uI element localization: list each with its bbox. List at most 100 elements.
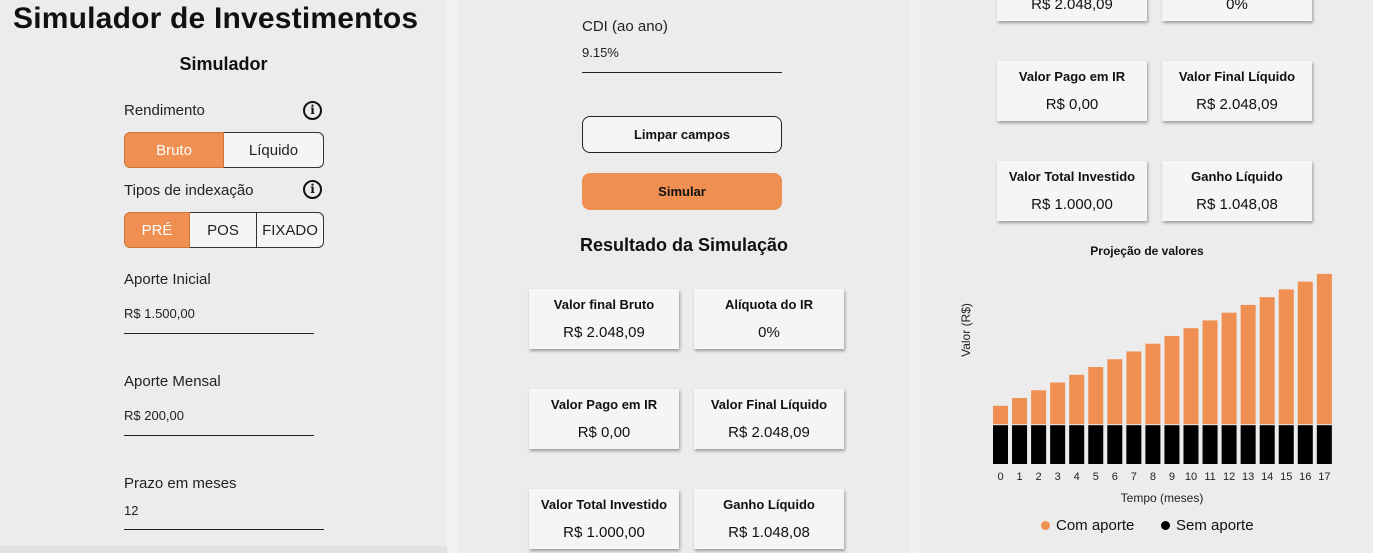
bar-sem-aporte bbox=[1145, 425, 1161, 464]
x-tick-label: 3 bbox=[1055, 471, 1061, 483]
result-card: Valor Pago em IR R$ 0,00 bbox=[529, 389, 679, 449]
prazo-input[interactable]: 12 bbox=[124, 503, 324, 530]
rendimento-option-bruto[interactable]: Bruto bbox=[124, 132, 224, 168]
indexacao-toggle: PRÉ POS FIXADO bbox=[124, 212, 324, 248]
bar-sem-aporte bbox=[993, 425, 1008, 464]
cdi-label: CDI (ao ano) bbox=[582, 18, 668, 35]
clear-fields-button[interactable]: Limpar campos bbox=[582, 116, 782, 153]
bar-com-aporte bbox=[1202, 320, 1218, 425]
rendimento-option-liquido[interactable]: Líquido bbox=[224, 132, 324, 168]
aporte-inicial-input[interactable]: R$ 1.500,00 bbox=[124, 306, 314, 334]
rendimento-toggle: Bruto Líquido bbox=[124, 132, 324, 168]
middle-gap-strip bbox=[910, 0, 921, 553]
bar-com-aporte bbox=[1069, 374, 1085, 425]
result-card: Valor Final Líquido R$ 2.048,09 bbox=[694, 389, 844, 449]
simulate-button[interactable]: Simular bbox=[582, 173, 782, 210]
bar-com-aporte bbox=[1164, 335, 1180, 425]
legend-label: Com aporte bbox=[1056, 517, 1135, 534]
card-title: Valor final Bruto bbox=[553, 297, 655, 312]
bar-com-aporte bbox=[1107, 359, 1123, 425]
bar-com-aporte bbox=[1031, 390, 1047, 425]
indexacao-option-pos[interactable]: POS bbox=[190, 212, 257, 248]
card-title: Valor Pago em IR bbox=[550, 397, 658, 412]
aporte-mensal-input[interactable]: R$ 200,00 bbox=[124, 408, 314, 436]
x-tick-label: 17 bbox=[1318, 471, 1330, 483]
rendimento-label: Rendimento bbox=[124, 102, 205, 119]
result-panel: CDI (ao ano) 9.15% Limpar campos Simular… bbox=[458, 0, 910, 553]
aporte-inicial-label: Aporte Inicial bbox=[124, 271, 211, 288]
bar-com-aporte bbox=[1316, 273, 1332, 425]
card-title: Alíquota do IR bbox=[724, 297, 814, 312]
x-tick-label: 6 bbox=[1112, 471, 1118, 483]
result-card: Alíquota do IR 0% bbox=[694, 289, 844, 349]
x-tick-label: 8 bbox=[1150, 471, 1156, 483]
card-title: Valor Total Investido bbox=[1008, 169, 1136, 184]
x-tick-label: 14 bbox=[1261, 471, 1273, 483]
card-title: Valor Final Líquido bbox=[1178, 69, 1296, 84]
bar-sem-aporte bbox=[1278, 425, 1294, 464]
result-card: Valor Total Investido R$ 1.000,00 bbox=[529, 489, 679, 549]
card-value: R$ 2.048,09 bbox=[563, 324, 645, 341]
card-title: Valor Total Investido bbox=[540, 497, 668, 512]
simulator-heading: Simulador bbox=[179, 54, 268, 74]
info-icon[interactable]: i bbox=[303, 101, 322, 120]
bar-sem-aporte bbox=[1240, 425, 1256, 464]
x-tick-label: 16 bbox=[1299, 471, 1311, 483]
bar-com-aporte bbox=[1088, 367, 1104, 425]
page-title: Simulador de Investimentos bbox=[13, 2, 419, 35]
card-value: R$ 0,00 bbox=[1045, 96, 1099, 113]
bar-com-aporte bbox=[1278, 289, 1294, 425]
card-value: R$ 0,00 bbox=[577, 424, 631, 441]
bar-com-aporte bbox=[1297, 281, 1313, 425]
bar-sem-aporte bbox=[1316, 425, 1332, 464]
x-tick-label: 0 bbox=[997, 471, 1003, 483]
result-card: Alíquota do IR 0% bbox=[1162, 0, 1312, 21]
bar-sem-aporte bbox=[1069, 425, 1085, 464]
bar-com-aporte bbox=[1221, 312, 1237, 425]
bar-sem-aporte bbox=[1221, 425, 1237, 464]
indexacao-option-pre[interactable]: PRÉ bbox=[124, 212, 190, 248]
legend-item-com-aporte[interactable]: Com aporte bbox=[1041, 517, 1134, 534]
x-tick-label: 13 bbox=[1242, 471, 1254, 483]
result-card: Valor final Bruto R$ 2.048,09 bbox=[529, 289, 679, 349]
card-value: R$ 1.000,00 bbox=[563, 524, 645, 541]
indexacao-option-fixado[interactable]: FIXADO bbox=[257, 212, 324, 248]
x-tick-label: 4 bbox=[1074, 471, 1080, 483]
result-card: Ganho Líquido R$ 1.048,08 bbox=[694, 489, 844, 549]
card-title: Ganho Líquido bbox=[723, 497, 815, 512]
x-tick-label: 2 bbox=[1036, 471, 1042, 483]
bar-sem-aporte bbox=[1259, 425, 1275, 464]
card-value: R$ 2.048,09 bbox=[1196, 96, 1278, 113]
x-tick-label: 1 bbox=[1016, 471, 1022, 483]
result-card: Valor Pago em IR R$ 0,00 bbox=[997, 61, 1147, 121]
bar-sem-aporte bbox=[1031, 425, 1047, 464]
chart-title: Projeção de valores bbox=[1090, 244, 1204, 258]
bar-com-aporte bbox=[1259, 297, 1275, 425]
result-card: Valor Total Investido R$ 1.000,00 bbox=[997, 161, 1147, 221]
aporte-mensal-label: Aporte Mensal bbox=[124, 373, 221, 390]
card-value: 0% bbox=[758, 324, 780, 341]
x-tick-label: 9 bbox=[1169, 471, 1175, 483]
card-value: 0% bbox=[1226, 0, 1248, 13]
result-card: Valor Final Líquido R$ 2.048,09 bbox=[1162, 61, 1312, 121]
legend-dot bbox=[1041, 521, 1050, 530]
info-icon[interactable]: i bbox=[303, 180, 322, 199]
card-value: R$ 2.048,09 bbox=[1031, 0, 1113, 13]
card-title: Valor Pago em IR bbox=[1018, 69, 1126, 84]
card-title: Ganho Líquido bbox=[1191, 169, 1283, 184]
card-value: R$ 2.048,09 bbox=[728, 424, 810, 441]
bar-sem-aporte bbox=[1107, 425, 1123, 464]
bar-sem-aporte bbox=[1183, 425, 1199, 464]
result-card: Ganho Líquido R$ 1.048,08 bbox=[1162, 161, 1312, 221]
bar-com-aporte bbox=[1145, 343, 1161, 425]
legend-label: Sem aporte bbox=[1176, 517, 1254, 534]
legend-dot bbox=[1161, 521, 1170, 530]
chart-y-axis-label: Valor (R$) bbox=[959, 303, 973, 357]
card-value: R$ 1.048,08 bbox=[1196, 196, 1278, 213]
prazo-label: Prazo em meses bbox=[124, 475, 237, 492]
x-tick-label: 11 bbox=[1204, 471, 1215, 483]
cdi-input[interactable]: 9.15% bbox=[582, 45, 782, 73]
legend-item-sem-aporte[interactable]: Sem aporte bbox=[1161, 517, 1254, 534]
card-value: R$ 1.048,08 bbox=[728, 524, 810, 541]
result-heading: Resultado da Simulação bbox=[579, 235, 789, 255]
